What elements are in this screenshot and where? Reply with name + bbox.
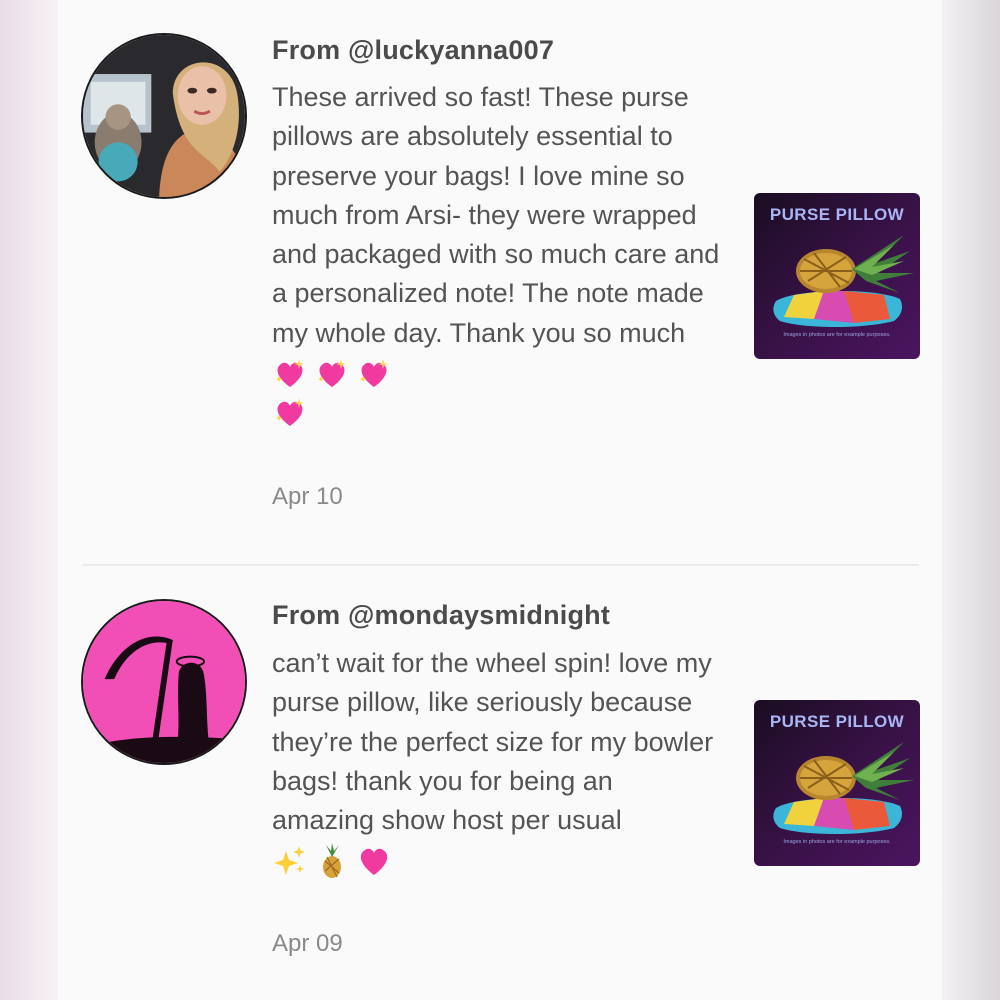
pineapple-pillow-image [773,742,914,834]
thumbnail-caption: Images in photos are for example purpose… [783,839,891,845]
thumbnail-title: PURSE PILLOW [769,712,905,731]
avatar[interactable] [81,33,247,199]
avatar[interactable] [81,599,247,765]
review-text-content: These arrived so fast! These purse pillo… [272,82,727,348]
user-photo-icon [83,35,245,197]
review-date: Apr 09 [272,930,343,957]
pineapple-icon [314,843,350,879]
sparkling-heart-icon [356,356,392,392]
emoji-row [272,843,392,879]
sparkling-heart-icon [272,356,308,392]
review-date: Apr 10 [272,483,343,510]
sparkling-heart-icon [272,395,308,431]
sparkles-icon [272,843,308,879]
review-text: can’t wait for the wheel spin! love my p… [272,644,722,880]
review-card: From @luckyanna007 These arrived so fast… [58,0,942,565]
pineapple-pillow-image [773,235,914,327]
emoji-row [272,356,392,392]
sparkling-heart-icon [314,356,350,392]
thumbnail-caption: Images in photos are for example purpose… [783,332,891,338]
review-text-content: can’t wait for the wheel spin! love my p… [272,648,721,836]
background-right [942,0,1000,1000]
review-author[interactable]: From @luckyanna007 [272,35,554,66]
background-left [0,0,58,1000]
review-author[interactable]: From @mondaysmidnight [272,600,610,631]
review-card: From @mondaysmidnight can’t wait for the… [58,566,942,1000]
product-thumbnail[interactable]: PURSE PILLOW Images in photos are for ex… [754,193,920,359]
reviews-panel: From @luckyanna007 These arrived so fast… [58,0,942,1000]
product-thumbnail[interactable]: PURSE PILLOW Images in photos are for ex… [754,700,920,866]
thumbnail-title: PURSE PILLOW [769,205,905,224]
grim-reaper-icon [83,601,245,763]
review-text: These arrived so fast! These purse pillo… [272,78,722,432]
pink-heart-icon [356,843,392,879]
